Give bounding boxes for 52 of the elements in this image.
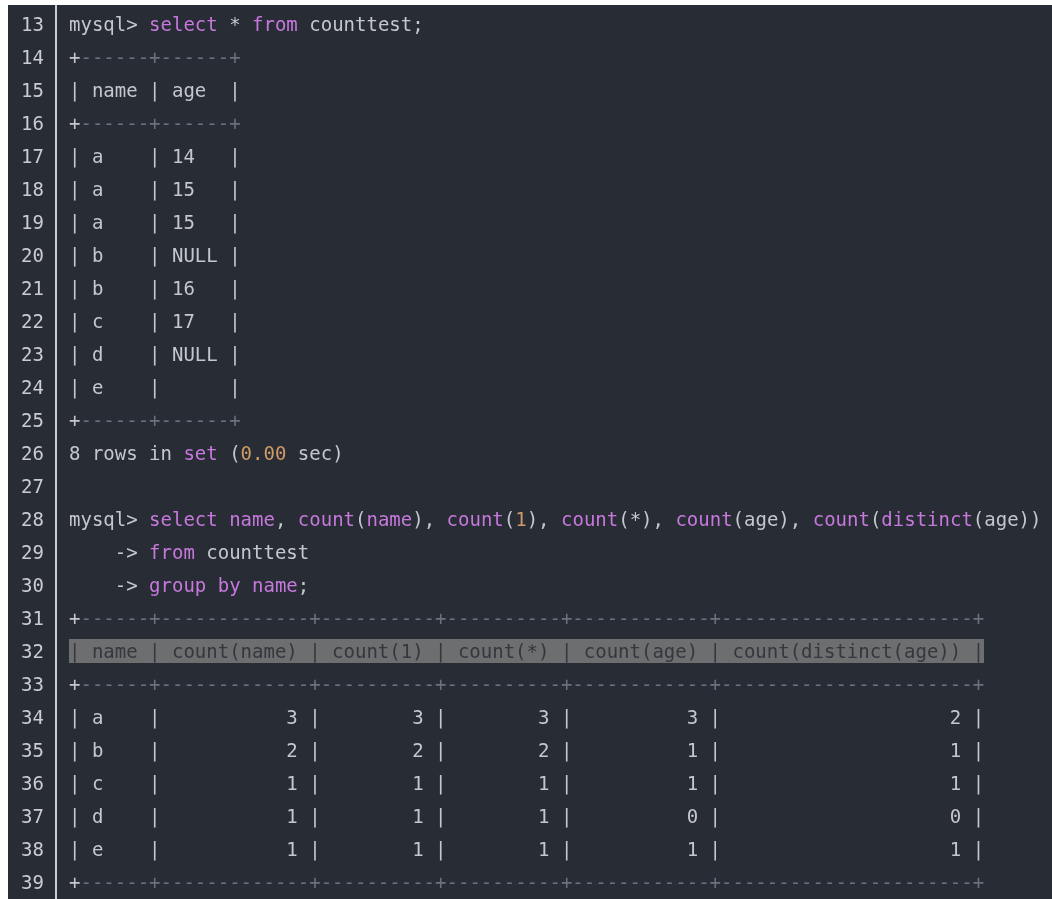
code-line: | d | NULL | bbox=[69, 342, 241, 366]
line-number: 30 bbox=[21, 574, 44, 596]
code-line: | c | 17 | bbox=[69, 309, 241, 333]
code-line: +------+-------------+----------+----------+------------+----------------------+ bbox=[69, 672, 985, 696]
code-line: -> group by name; bbox=[113, 573, 310, 597]
line-number: 22 bbox=[21, 310, 44, 332]
line-number: 39 bbox=[21, 871, 44, 893]
code-line: | a | 14 | bbox=[69, 144, 241, 168]
line-number: 20 bbox=[21, 244, 44, 266]
line-number: 19 bbox=[21, 211, 44, 233]
code-line: +------+------+ bbox=[69, 408, 241, 432]
code-line: +------+-------------+----------+----------+------------+----------------------+ bbox=[69, 606, 985, 630]
line-number: 36 bbox=[21, 772, 44, 794]
code-line: | e | | bbox=[69, 375, 241, 399]
line-number: 24 bbox=[21, 376, 44, 398]
line-number: 31 bbox=[21, 607, 44, 629]
code-line: mysql> select name, count(name), count(1), count(*), count(age), count(distinct(age)) bbox=[69, 507, 1042, 531]
line-number: 17 bbox=[21, 145, 44, 167]
code-line: +------+-------------+----------+----------+------------+----------------------+ bbox=[69, 870, 985, 894]
line-number: 25 bbox=[21, 409, 44, 431]
line-number: 14 bbox=[21, 46, 44, 68]
line-number: 34 bbox=[21, 706, 44, 728]
line-number: 29 bbox=[21, 541, 44, 563]
code-line: 8 rows in set (0.00 sec) bbox=[69, 441, 344, 465]
code-line: +------+------+ bbox=[69, 111, 241, 135]
code-line: | e | 1 | 1 | 1 | 1 | 1 | bbox=[69, 837, 985, 861]
code-line: | a | 15 | bbox=[69, 177, 241, 201]
code-line: | b | NULL | bbox=[69, 243, 241, 267]
code-line: | c | 1 | 1 | 1 | 1 | 1 | bbox=[69, 771, 985, 795]
code-line: | name | age | bbox=[69, 78, 241, 102]
line-number: 16 bbox=[21, 112, 44, 134]
code-line: | b | 16 | bbox=[69, 276, 241, 300]
code-line: -> from counttest bbox=[113, 540, 310, 564]
code-line: | b | 2 | 2 | 2 | 1 | 1 | bbox=[69, 738, 985, 762]
line-number: 28 bbox=[21, 508, 44, 530]
line-number: 23 bbox=[21, 343, 44, 365]
code-line: | d | 1 | 1 | 1 | 0 | 0 | bbox=[69, 804, 985, 828]
line-number: 38 bbox=[21, 838, 44, 860]
code-line: | a | 3 | 3 | 3 | 3 | 2 | bbox=[69, 705, 985, 729]
line-number: 27 bbox=[21, 475, 44, 497]
line-number: 37 bbox=[21, 805, 44, 827]
line-number: 21 bbox=[21, 277, 44, 299]
code-line: +------+------+ bbox=[69, 45, 241, 69]
line-number: 18 bbox=[21, 178, 44, 200]
line-number: 15 bbox=[21, 79, 44, 101]
line-number: 32 bbox=[21, 640, 44, 662]
line-number: 35 bbox=[21, 739, 44, 761]
line-number: 26 bbox=[21, 442, 44, 464]
line-number: 13 bbox=[21, 13, 44, 35]
line-number: 33 bbox=[21, 673, 44, 695]
code-line: | a | 15 | bbox=[69, 210, 241, 234]
code-line: mysql> select * from counttest; bbox=[69, 12, 424, 36]
